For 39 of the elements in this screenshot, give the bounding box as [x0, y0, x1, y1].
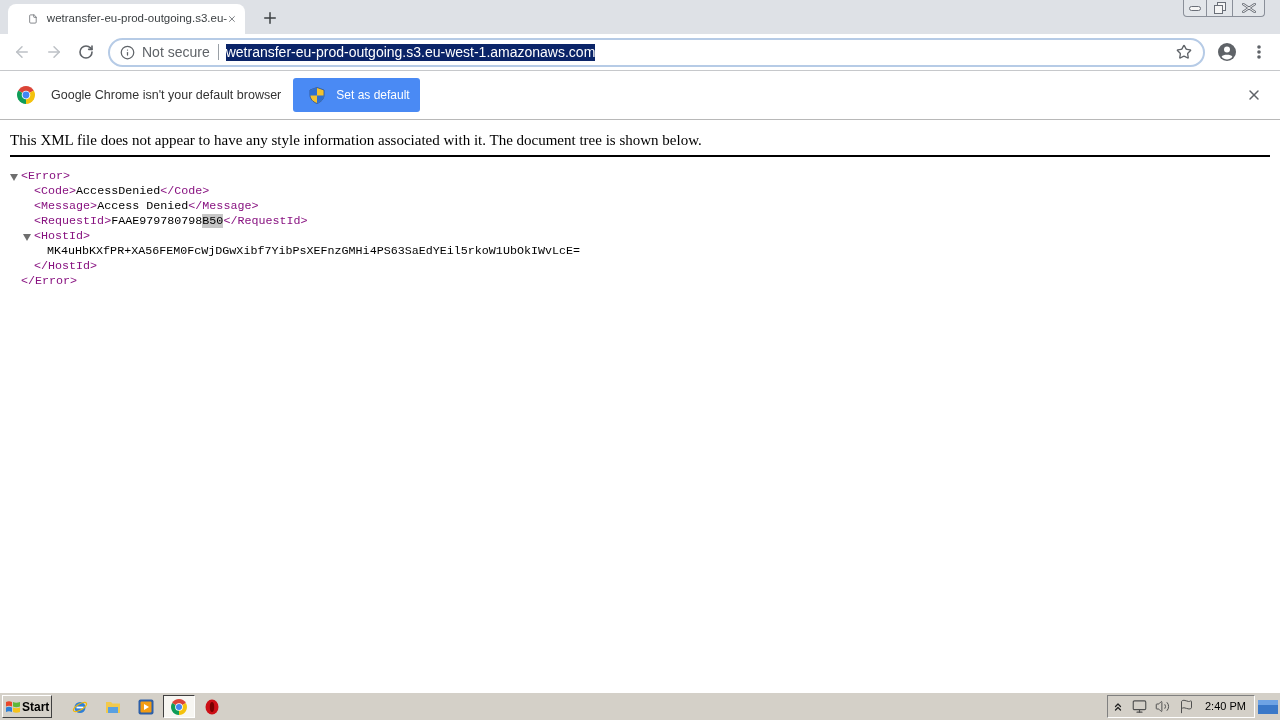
minimize-button[interactable]: [1183, 0, 1207, 17]
chrome-logo-icon: [171, 698, 187, 715]
xml-style-notice: This XML file does not appear to have any style information associated with it. The document tree is shown below.: [10, 131, 1270, 157]
profile-icon: [1218, 43, 1236, 61]
media-player-icon: [138, 698, 154, 715]
chrome-logo-icon: [17, 86, 35, 104]
menu-icon: [1257, 45, 1261, 59]
xml-line: <RequestId>FAAE979780798B50</RequestId>: [34, 212, 308, 230]
opera-o-icon: [204, 698, 220, 715]
restore-icon: [1213, 2, 1226, 14]
expanded-triangle-icon[interactable]: [23, 232, 31, 241]
new-tab-icon[interactable]: [261, 9, 279, 27]
browser-tab[interactable]: wetransfer-eu-prod-outgoing.s3.eu-: [8, 4, 245, 34]
xml-line: <Message>Access Denied</Message>: [34, 197, 259, 215]
tab-title: wetransfer-eu-prod-outgoing.s3.eu-: [46, 11, 228, 27]
shield-icon: [309, 86, 326, 104]
reload-icon: [78, 44, 94, 60]
taskbar-app-button[interactable]: [163, 695, 195, 718]
restore-button[interactable]: [1207, 0, 1233, 17]
speaker-icon[interactable]: [1155, 699, 1170, 714]
clock[interactable]: 2:40 PM: [1205, 698, 1246, 715]
expanded-triangle-icon[interactable]: [10, 172, 18, 181]
close-icon: [1241, 3, 1256, 13]
close-icon[interactable]: [1246, 87, 1262, 103]
monitor-icon[interactable]: [1132, 699, 1147, 714]
minimize-icon: [1189, 5, 1201, 11]
forward-arrow-icon: [45, 43, 63, 61]
star-icon: [1176, 44, 1192, 60]
close-window-button[interactable]: [1233, 0, 1265, 17]
document-icon: [28, 12, 38, 26]
show-desktop-icon[interactable]: [1258, 698, 1278, 715]
info-icon[interactable]: [120, 44, 135, 60]
infobar-message: Google Chrome isn't your default browser: [51, 86, 282, 104]
url-text[interactable]: wetransfer-eu-prod-outgoing.s3.eu-west-1.amazonaws.com: [225, 43, 596, 61]
security-label[interactable]: Not secure: [142, 41, 210, 63]
start-button[interactable]: Start: [2, 695, 52, 718]
flag-icon[interactable]: [1179, 699, 1194, 714]
address-bar[interactable]: Not secure wetransfer-eu-prod-outgoing.s3.eu-west-1.amazonaws.com: [108, 37, 1205, 67]
windows-flag-icon: [5, 699, 21, 714]
